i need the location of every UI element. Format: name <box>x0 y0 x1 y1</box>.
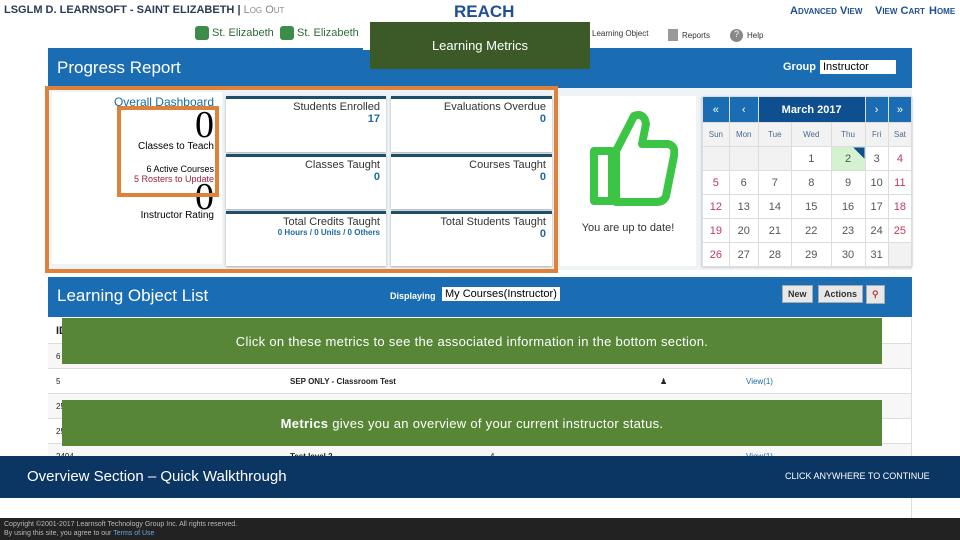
weekday-header: Sun <box>702 122 730 147</box>
calendar-day[interactable]: 14 <box>757 194 792 219</box>
calendar-day[interactable]: 12 <box>702 194 730 219</box>
calendar-day[interactable]: 19 <box>702 218 730 243</box>
home-link[interactable]: Home <box>929 5 955 17</box>
calendar-empty <box>887 242 913 267</box>
calendar-day[interactable]: 13 <box>728 194 759 219</box>
calendar-day[interactable]: 30 <box>830 242 866 267</box>
calendar-month: March 2017 <box>757 96 866 123</box>
table-row[interactable]: 5 SEP ONLY - Classroom Test ♟ View(1) <box>48 369 912 394</box>
thumbs-up-icon <box>590 111 678 206</box>
calendar-day[interactable]: 18 <box>887 194 913 219</box>
tip-metrics-overview: Metrics gives you an overview of your cu… <box>62 400 882 446</box>
new-button[interactable]: New <box>782 285 813 303</box>
calendar-day[interactable]: 27 <box>728 242 759 267</box>
weekday-header: Sat <box>887 122 913 147</box>
group-select[interactable]: Group Instructor <box>783 60 896 74</box>
page-title: Progress Report <box>57 58 181 77</box>
calendar-day[interactable]: 28 <box>757 242 792 267</box>
calendar-day[interactable]: 23 <box>830 218 866 243</box>
calendar-empty <box>728 146 759 171</box>
advanced-view-link[interactable]: Advanced View <box>790 5 862 17</box>
actions-button[interactable]: Actions <box>818 285 864 303</box>
logo-2: St. Elizabeth <box>280 26 359 40</box>
prev-year-button[interactable]: « <box>702 96 730 123</box>
footer: Copyright ©2001-2017 Learnsoft Technolog… <box>0 518 960 540</box>
app-title: REACH <box>454 2 515 21</box>
calendar-day[interactable]: 8 <box>790 170 832 195</box>
calendar-day[interactable]: 15 <box>790 194 832 219</box>
calendar-day[interactable]: 5 <box>702 170 730 195</box>
search-button[interactable]: ⚲ <box>866 285 885 304</box>
calendar-day[interactable]: 11 <box>887 170 913 195</box>
weekday-header: Fri <box>864 122 889 147</box>
calendar-empty <box>702 146 730 171</box>
nav-help[interactable]: ? Help <box>730 29 763 42</box>
prev-month-button[interactable]: ‹ <box>728 96 759 123</box>
weekday-header: Tue <box>757 122 792 147</box>
calendar-day[interactable]: 6 <box>728 170 759 195</box>
calendar-day[interactable]: 17 <box>864 194 889 219</box>
walkthrough-title: Overview Section – Quick Walkthrough <box>27 468 287 485</box>
calendar-day[interactable]: 9 <box>830 170 866 195</box>
view-cart-link[interactable]: View Cart <box>875 5 925 17</box>
weekday-header: Wed <box>790 122 832 147</box>
nav-learning-object[interactable]: Learning Object <box>592 29 648 38</box>
weekday-header: Mon <box>728 122 759 147</box>
calendar-day[interactable]: 2 <box>830 146 866 171</box>
calendar-day[interactable]: 4 <box>887 146 913 171</box>
calendar-day[interactable]: 3 <box>864 146 889 171</box>
tip-click-metrics: Click on these metrics to see the associ… <box>62 318 882 364</box>
copyright: Copyright ©2001-2017 Learnsoft Technolog… <box>4 521 238 528</box>
user-name: LSGLM D. LEARNSOFT - SAINT ELIZABETH | L… <box>4 4 285 16</box>
next-year-button[interactable]: » <box>887 96 913 123</box>
logout-link[interactable]: Log Out <box>244 4 285 16</box>
classes-highlight <box>117 106 219 197</box>
weekday-header: Thu <box>830 122 866 147</box>
logo-1: St. Elizabeth <box>195 26 274 40</box>
document-icon <box>668 29 678 41</box>
calendar-day[interactable]: 29 <box>790 242 832 267</box>
view-link[interactable]: View(1) <box>746 377 773 386</box>
nav-reports[interactable]: Reports <box>668 29 710 41</box>
user-icon: ♟ <box>660 376 668 386</box>
calendar-day[interactable]: 7 <box>757 170 792 195</box>
calendar-day[interactable]: 16 <box>830 194 866 219</box>
calendar-day[interactable]: 21 <box>757 218 792 243</box>
calendar-day[interactable]: 10 <box>864 170 889 195</box>
calendar-empty <box>757 146 792 171</box>
calendar: «‹ March 2017 ›» Sun Mon Tue Wed Thu Fri Sat 123… <box>702 96 913 267</box>
status-panel: You are up to date! <box>560 96 696 266</box>
status-message: You are up to date! <box>581 222 675 234</box>
continue-prompt[interactable]: CLICK ANYWHERE TO CONTINUE <box>785 471 930 481</box>
calendar-day[interactable]: 26 <box>702 242 730 267</box>
calendar-day[interactable]: 25 <box>887 218 913 243</box>
terms-link[interactable]: Terms of Use <box>113 530 154 537</box>
help-icon: ? <box>730 29 743 42</box>
next-month-button[interactable]: › <box>864 96 889 123</box>
calendar-day[interactable]: 1 <box>790 146 832 171</box>
logo-icon <box>195 26 209 40</box>
calendar-day[interactable]: 22 <box>790 218 832 243</box>
learning-object-list-bar: Learning Object List Displaying My Cours… <box>48 277 912 317</box>
logo-icon <box>280 26 294 40</box>
calendar-day[interactable]: 24 <box>864 218 889 243</box>
displaying-label: Displaying <box>390 291 436 301</box>
calendar-day[interactable]: 31 <box>864 242 889 267</box>
learning-metrics-callout: Learning Metrics <box>370 22 590 69</box>
walkthrough-bar[interactable]: Overview Section – Quick Walkthrough CLI… <box>0 456 960 498</box>
displaying-select[interactable]: My Courses(Instructor) <box>442 287 560 301</box>
section-title: Learning Object List <box>57 286 209 305</box>
calendar-day[interactable]: 20 <box>728 218 759 243</box>
